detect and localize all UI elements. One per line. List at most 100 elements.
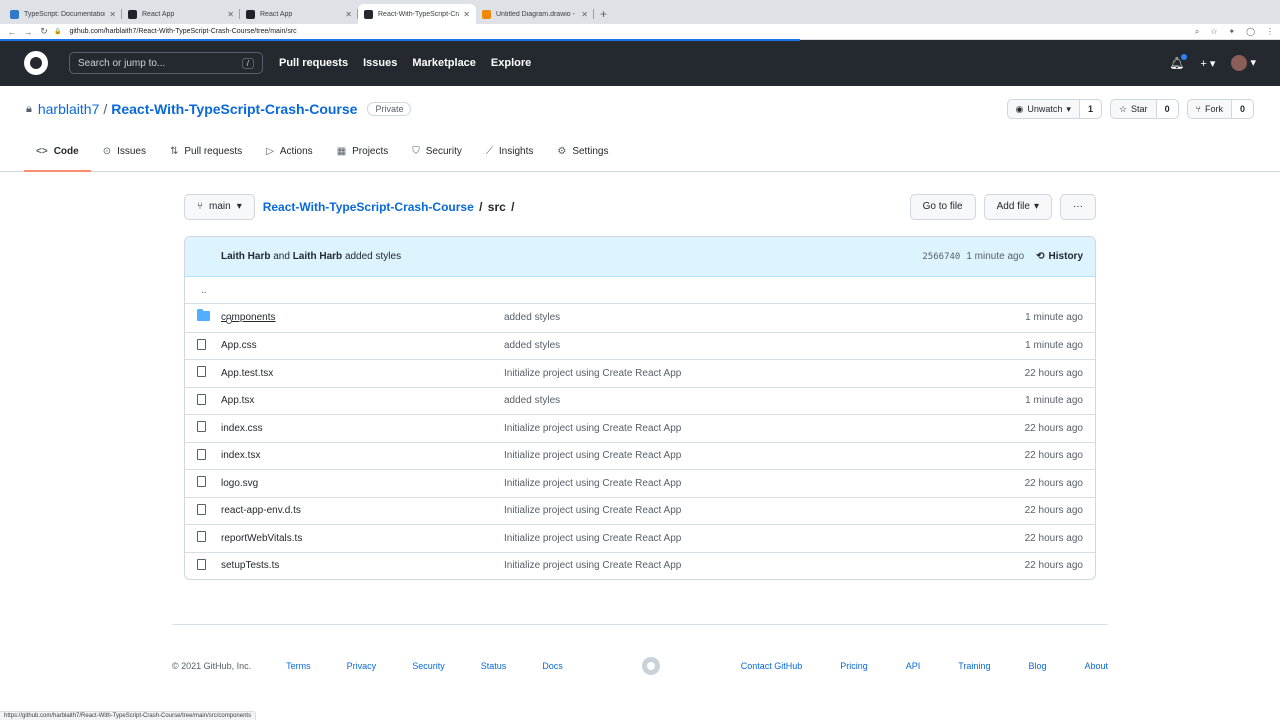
- commit-author-2[interactable]: Laith Harb: [293, 251, 342, 262]
- tab-insights[interactable]: ⟋ Insights: [474, 132, 545, 171]
- star-count[interactable]: 0: [1156, 100, 1178, 118]
- browser-tab[interactable]: React App ✕: [122, 4, 240, 24]
- fork-button[interactable]: ⑂ Fork 0: [1186, 99, 1254, 119]
- table-row[interactable]: index.css Initialize project using Create…: [185, 414, 1095, 442]
- bookmark-star-icon[interactable]: ☆: [1210, 27, 1217, 36]
- footer-link-status[interactable]: Status: [481, 661, 507, 671]
- file-name-link[interactable]: react-app-env.d.ts: [221, 505, 504, 516]
- file-commit-message[interactable]: added styles: [504, 312, 1025, 323]
- close-icon[interactable]: ✕: [581, 10, 588, 19]
- branch-selector[interactable]: ⑂ main ▾: [184, 193, 255, 220]
- fork-count[interactable]: 0: [1231, 100, 1253, 118]
- unwatch-button[interactable]: ◉ Unwatch ▾ 1: [1006, 99, 1102, 119]
- file-commit-message[interactable]: Initialize project using Create React Ap…: [504, 450, 1025, 461]
- profile-icon[interactable]: ◯: [1246, 27, 1255, 36]
- close-icon[interactable]: ✕: [227, 10, 234, 19]
- file-commit-message[interactable]: Initialize project using Create React Ap…: [504, 560, 1025, 571]
- commit-author-1[interactable]: Laith Harb: [221, 251, 270, 262]
- footer-link-blog[interactable]: Blog: [1028, 661, 1046, 671]
- extension-icon[interactable]: ✦: [1228, 27, 1235, 36]
- watch-count[interactable]: 1: [1079, 100, 1101, 118]
- file-commit-message[interactable]: Initialize project using Create React Ap…: [504, 533, 1025, 544]
- file-name-link[interactable]: reportWebVitals.ts: [221, 533, 504, 544]
- table-row[interactable]: setupTests.ts Initialize project using Cr…: [185, 551, 1095, 580]
- file-commit-message[interactable]: Initialize project using Create React Ap…: [504, 423, 1025, 434]
- tab-title: React-With-TypeScript-Crash-: [378, 10, 459, 18]
- menu-icon[interactable]: ⋮: [1266, 27, 1274, 36]
- user-menu[interactable]: ▾: [1231, 55, 1256, 71]
- search-input[interactable]: Search or jump to... /: [69, 52, 263, 74]
- tab-security[interactable]: ⛉ Security: [400, 132, 474, 171]
- tab-code[interactable]: <> Code: [24, 132, 91, 172]
- file-name-link[interactable]: App.css: [221, 340, 504, 351]
- file-name-link[interactable]: index.css: [221, 423, 504, 434]
- footer-link-terms[interactable]: Terms: [286, 661, 311, 671]
- footer-link-security[interactable]: Security: [412, 661, 445, 671]
- parent-directory-link[interactable]: ..: [185, 277, 1095, 304]
- browser-tab[interactable]: TypeScript: Documentation - R✕: [4, 4, 122, 24]
- footer-link-training[interactable]: Training: [958, 661, 990, 671]
- commit-sha[interactable]: 2566740: [922, 252, 960, 262]
- history-link[interactable]: ⟲ History: [1036, 251, 1083, 262]
- file-commit-message[interactable]: Initialize project using Create React Ap…: [504, 368, 1025, 379]
- header-nav-pull-requests[interactable]: Pull requests: [279, 57, 348, 69]
- file-commit-message[interactable]: Initialize project using Create React Ap…: [504, 505, 1025, 516]
- table-row[interactable]: index.tsx Initialize project using Create…: [185, 441, 1095, 470]
- reload-icon[interactable]: ↻: [38, 26, 50, 37]
- file-name-link[interactable]: App.tsx: [221, 395, 504, 406]
- go-to-file-button[interactable]: Go to file: [909, 193, 976, 220]
- header-nav-issues[interactable]: Issues: [363, 57, 397, 69]
- github-logo-icon[interactable]: [24, 51, 48, 75]
- file-name-link[interactable]: logo.svg: [221, 478, 504, 489]
- table-row[interactable]: App.tsx added styles 1 minute ago: [185, 386, 1095, 415]
- tab-issues[interactable]: ⊙ Issues: [91, 132, 158, 171]
- file-name-link[interactable]: setupTests.ts: [221, 560, 504, 571]
- footer-link-contact-github[interactable]: Contact GitHub: [741, 661, 803, 671]
- footer-link-privacy[interactable]: Privacy: [347, 661, 377, 671]
- avatar: [1231, 55, 1248, 71]
- zoom-icon[interactable]: ⌕: [1195, 27, 1199, 36]
- add-file-button[interactable]: Add file ▾: [983, 193, 1052, 220]
- file-name-link[interactable]: components: [221, 312, 504, 323]
- browser-tab[interactable]: React-With-TypeScript-Crash- ✕: [358, 4, 476, 24]
- create-new-dropdown[interactable]: + ▾: [1200, 57, 1215, 70]
- file-name-link[interactable]: index.tsx: [221, 450, 504, 461]
- footer-link-docs[interactable]: Docs: [542, 661, 563, 671]
- browser-tab[interactable]: React App ✕: [240, 4, 358, 24]
- browser-tab[interactable]: Untitled Diagram.drawio - diag ✕: [476, 4, 594, 24]
- tab-pull-requests[interactable]: ⇅ Pull requests: [158, 132, 254, 171]
- repo-owner-link[interactable]: harblaith7: [38, 101, 100, 117]
- footer-link-about[interactable]: About: [1084, 661, 1108, 671]
- notification-bell-icon[interactable]: 🔔︎: [1169, 54, 1188, 70]
- close-icon[interactable]: ✕: [109, 10, 116, 19]
- close-icon[interactable]: ✕: [463, 10, 470, 19]
- file-name-link[interactable]: App.test.tsx: [221, 368, 504, 379]
- table-row[interactable]: reportWebVitals.ts Initialize project usi…: [185, 524, 1095, 552]
- file-commit-message[interactable]: Initialize project using Create React Ap…: [504, 478, 1025, 489]
- forward-icon[interactable]: →: [22, 27, 34, 37]
- url-input[interactable]: github.com/harblaith7/React-With-TypeScr…: [69, 28, 1185, 35]
- table-row[interactable]: App.test.tsx Initialize project using Cre…: [185, 359, 1095, 387]
- header-nav-explore[interactable]: Explore: [491, 57, 531, 69]
- new-tab-icon[interactable]: +: [594, 4, 613, 24]
- tab-projects[interactable]: ▦ Projects: [325, 132, 401, 171]
- footer-link-api[interactable]: API: [906, 661, 921, 671]
- header-nav-marketplace[interactable]: Marketplace: [412, 57, 476, 69]
- breadcrumb-repo-link[interactable]: React-With-TypeScript-Crash-Course: [263, 200, 474, 214]
- close-icon[interactable]: ✕: [345, 10, 352, 19]
- repo-name-link[interactable]: React-With-TypeScript-Crash-Course: [111, 101, 357, 117]
- tab-settings[interactable]: ⚙ Settings: [545, 132, 620, 171]
- table-row[interactable]: components added styles 1 minute ago: [185, 304, 1095, 332]
- commit-message[interactable]: added styles: [345, 251, 401, 262]
- file-commit-message[interactable]: added styles: [504, 340, 1025, 351]
- more-options-button[interactable]: ···: [1060, 193, 1096, 220]
- table-row[interactable]: App.css added styles 1 minute ago: [185, 331, 1095, 360]
- github-mark-icon[interactable]: [641, 657, 660, 675]
- table-row[interactable]: react-app-env.d.ts Initialize project usi…: [185, 496, 1095, 525]
- back-icon[interactable]: ←: [6, 27, 18, 37]
- tab-actions[interactable]: ▷ Actions: [254, 132, 325, 171]
- footer-link-pricing[interactable]: Pricing: [840, 661, 868, 671]
- file-commit-message[interactable]: added styles: [504, 395, 1025, 406]
- table-row[interactable]: logo.svg Initialize project using Create …: [185, 469, 1095, 497]
- star-button[interactable]: ☆ Star 0: [1109, 99, 1179, 119]
